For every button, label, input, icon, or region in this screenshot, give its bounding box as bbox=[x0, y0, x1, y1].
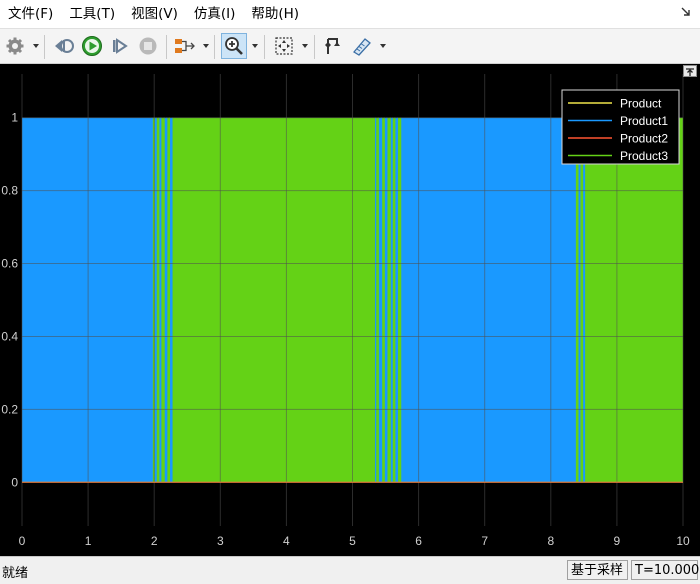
simulation-time: T=10.000 bbox=[631, 560, 699, 580]
toolbar-separator bbox=[214, 35, 215, 59]
series-product3-region bbox=[587, 117, 683, 483]
step-forward-button[interactable] bbox=[107, 33, 133, 59]
highlight-dropdown-icon[interactable] bbox=[379, 42, 387, 50]
signal-selector-dropdown-icon[interactable] bbox=[202, 42, 210, 50]
toolbar-separator bbox=[264, 35, 265, 59]
menu-help[interactable]: 帮助(H) bbox=[243, 0, 307, 28]
legend-label: Product2 bbox=[620, 132, 668, 146]
menu-tools[interactable]: 工具(T) bbox=[61, 0, 123, 28]
x-tick-label: 6 bbox=[415, 534, 422, 548]
toolbar-separator bbox=[44, 35, 45, 59]
menu-view[interactable]: 视图(V) bbox=[123, 0, 186, 28]
zoom-in-icon bbox=[225, 37, 243, 55]
run-button[interactable] bbox=[79, 33, 105, 59]
zoom-dropdown-icon[interactable] bbox=[251, 42, 259, 50]
y-tick-label: 0.6 bbox=[1, 257, 18, 271]
sample-mode-indicator: 基于采样 bbox=[567, 560, 628, 580]
run-icon bbox=[82, 36, 102, 56]
expand-axes-button[interactable] bbox=[683, 65, 697, 77]
highlight-block-button[interactable] bbox=[349, 33, 375, 59]
series-product1-region bbox=[22, 117, 153, 483]
x-tick-label: 9 bbox=[614, 534, 621, 548]
x-tick-label: 7 bbox=[481, 534, 488, 548]
signal-selector-button[interactable] bbox=[172, 33, 198, 59]
y-tick-label: 1 bbox=[11, 111, 18, 125]
y-tick-label: 0.4 bbox=[1, 329, 18, 343]
y-tick-label: 0.2 bbox=[1, 402, 18, 416]
cursor-measure-button[interactable] bbox=[320, 33, 346, 59]
stop-icon bbox=[139, 37, 157, 55]
undock-icon[interactable] bbox=[680, 6, 692, 18]
scope-plot-area: 0 1 2 3 4 5 6 7 8 9 10 0 0.2 0.4 0.6 0.8 1 Product Product… bbox=[0, 64, 700, 556]
menu-file[interactable]: 文件(F) bbox=[0, 0, 61, 28]
signal-selector-icon bbox=[175, 39, 195, 53]
x-tick-label: 5 bbox=[349, 534, 356, 548]
settings-dropdown-icon[interactable] bbox=[32, 42, 40, 50]
menu-simulation[interactable]: 仿真(I) bbox=[186, 0, 244, 28]
gear-icon bbox=[6, 37, 24, 55]
x-tick-label: 1 bbox=[85, 534, 92, 548]
x-tick-label: 4 bbox=[283, 534, 290, 548]
scope-chart: 0 1 2 3 4 5 6 7 8 9 10 0 0.2 0.4 0.6 0.8 1 Product Product… bbox=[1, 74, 690, 548]
zoom-in-button[interactable] bbox=[221, 33, 247, 59]
step-back-icon bbox=[55, 39, 74, 53]
x-tick-label: 8 bbox=[547, 534, 554, 548]
toolbar-separator bbox=[314, 35, 315, 59]
x-tick-label: 3 bbox=[217, 534, 224, 548]
legend-label: Product3 bbox=[620, 149, 668, 163]
series-product1-region bbox=[400, 117, 576, 483]
series-product3-region bbox=[172, 117, 376, 483]
maximize-icon bbox=[686, 68, 694, 76]
y-tick-label: 0.8 bbox=[1, 184, 18, 198]
legend-label: Product bbox=[620, 97, 662, 111]
step-back-button[interactable] bbox=[51, 33, 77, 59]
x-tick-label: 2 bbox=[151, 534, 158, 548]
settings-button[interactable] bbox=[2, 33, 28, 59]
stop-button[interactable] bbox=[135, 33, 161, 59]
status-ready: 就绪 bbox=[2, 566, 29, 581]
x-tick-label: 0 bbox=[19, 534, 26, 548]
menu-bar: 文件(F) 工具(T) 视图(V) 仿真(I) 帮助(H) bbox=[0, 0, 700, 28]
highlight-block-icon bbox=[353, 38, 371, 56]
status-bar: 就绪 基于采样 T=10.000 bbox=[0, 556, 700, 584]
legend-label: Product1 bbox=[620, 114, 668, 128]
cursor-measure-icon bbox=[325, 38, 340, 54]
y-tick-label: 0 bbox=[11, 475, 18, 489]
toolbar bbox=[0, 28, 700, 64]
fit-dropdown-icon[interactable] bbox=[301, 42, 309, 50]
toolbar-separator bbox=[166, 35, 167, 59]
step-forward-icon bbox=[113, 38, 128, 54]
fit-to-view-button[interactable] bbox=[271, 33, 297, 59]
x-tick-label: 10 bbox=[676, 534, 690, 548]
fit-to-view-icon bbox=[275, 37, 293, 55]
